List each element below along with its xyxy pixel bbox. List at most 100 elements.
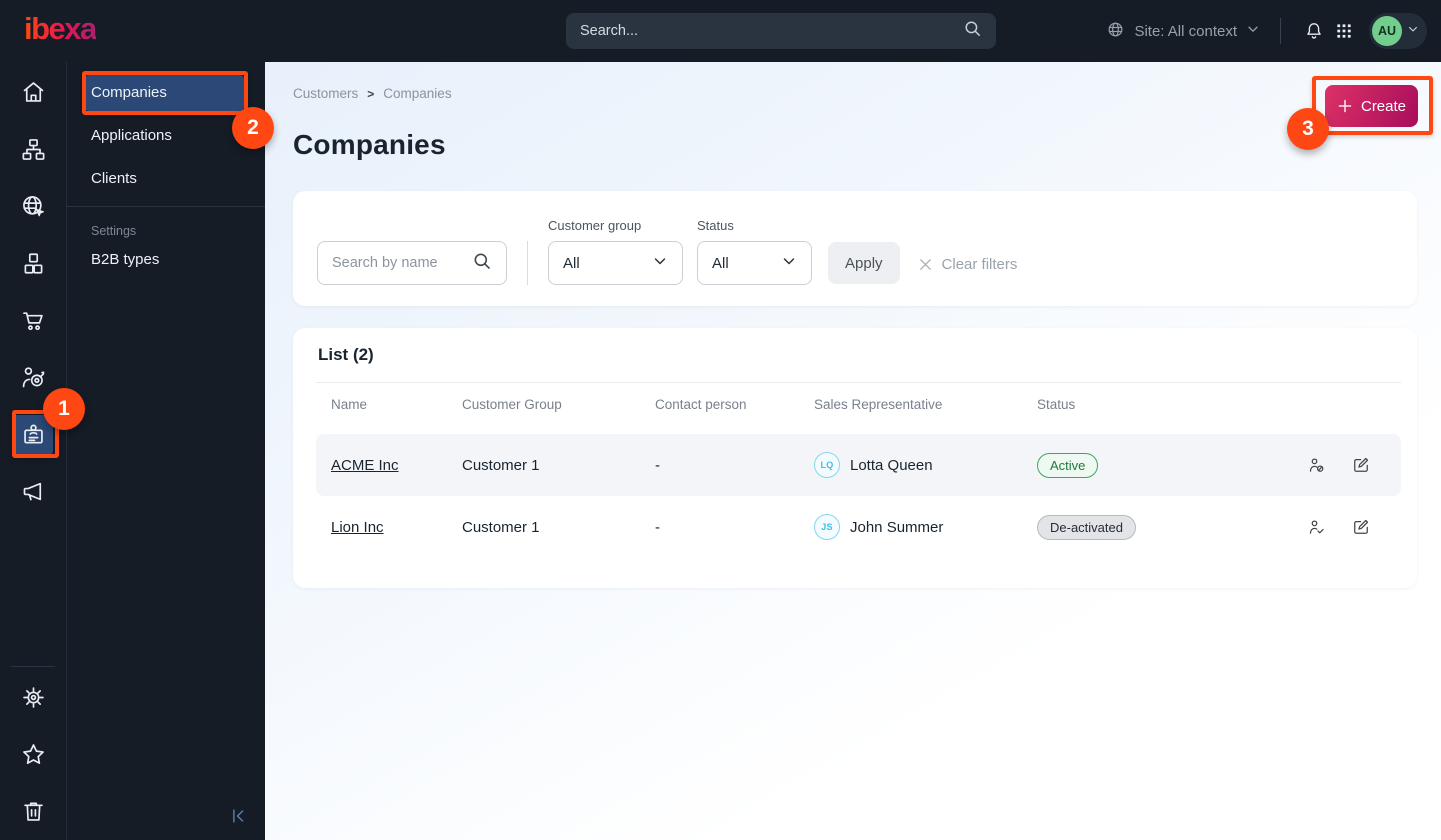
user-menu[interactable]: AU — [1369, 13, 1427, 49]
contact-person-cell: - — [655, 518, 660, 536]
sidebar-item-personalization[interactable] — [0, 349, 67, 406]
menu-section-settings: Settings — [91, 224, 137, 238]
sidebar-item-trash[interactable] — [0, 783, 67, 840]
site-context-label: Site: All context — [1134, 22, 1237, 40]
breadcrumb-customers[interactable]: Customers — [293, 86, 358, 101]
sidebar-item-content[interactable] — [0, 121, 67, 178]
site-globe-icon — [22, 196, 44, 217]
companies-list-card: List (2) Name Customer Group Contact per… — [293, 328, 1417, 588]
status-value: All — [712, 254, 729, 272]
sidebar-bottom-group — [0, 666, 66, 840]
contact-person-cell: - — [655, 456, 660, 474]
table-header: Name Customer Group Contact person Sales… — [316, 383, 1401, 425]
search-icon — [964, 20, 982, 43]
app-body: Companies Applications Clients Settings … — [0, 62, 1441, 840]
create-button[interactable]: Create — [1325, 85, 1418, 127]
global-search[interactable] — [566, 13, 996, 49]
table-row[interactable]: Lion Inc Customer 1 - JS John Summer De-… — [316, 496, 1401, 558]
plus-icon — [1338, 99, 1352, 113]
company-name-link[interactable]: ACME Inc — [331, 457, 399, 474]
customer-group-select[interactable]: All — [548, 241, 683, 285]
edit-icon — [1354, 457, 1369, 472]
table-row[interactable]: ACME Inc Customer 1 - LQ Lotta Queen Act… — [316, 434, 1401, 496]
sales-rep-avatar: JS — [814, 514, 840, 540]
sitemap-icon — [22, 139, 44, 160]
secondary-sidebar: Companies Applications Clients Settings … — [67, 62, 265, 840]
customer-group-cell: Customer 1 — [462, 518, 540, 536]
chevron-down-icon — [1246, 22, 1260, 40]
customers-badge-icon — [23, 424, 43, 444]
topbar-divider — [1280, 18, 1281, 44]
sales-rep-cell: JS John Summer — [814, 514, 1037, 540]
globe-icon — [1106, 20, 1125, 43]
user-block-icon — [1309, 458, 1324, 472]
column-contact-person: Contact person — [655, 396, 747, 412]
filter-divider — [527, 241, 528, 285]
sidebar-item-commerce[interactable] — [0, 292, 67, 349]
commerce-cart-icon — [22, 312, 43, 331]
column-customer-group: Customer Group — [462, 396, 562, 412]
clear-filters-button[interactable]: Clear filters — [918, 256, 1018, 273]
sidebar-item-customers[interactable] — [0, 406, 67, 463]
primary-sidebar — [0, 62, 67, 840]
customer-group-label: Customer group — [548, 218, 642, 233]
column-sales-representative: Sales Representative — [814, 396, 943, 412]
sidebar-item-bookmarks[interactable] — [0, 726, 67, 783]
sidebar-item-admin[interactable] — [0, 669, 67, 726]
customer-group-field: Customer group All — [548, 218, 683, 285]
sidebar-item-marketing[interactable] — [0, 463, 67, 520]
bookmarks-star-icon — [22, 744, 44, 765]
site-context-selector[interactable]: Site: All context — [1106, 20, 1260, 43]
apps-grid-icon[interactable] — [1329, 16, 1359, 46]
filters-row: Customer group All Status All — [317, 191, 1393, 306]
sidebar-item-dashboard[interactable] — [0, 64, 67, 121]
personalization-icon — [22, 367, 44, 388]
company-name-link[interactable]: Lion Inc — [331, 519, 384, 536]
global-search-input[interactable] — [580, 23, 964, 39]
x-icon — [919, 259, 931, 270]
ibexa-logo: ibexa — [24, 13, 97, 50]
column-name: Name — [331, 396, 368, 412]
notifications-bell-icon[interactable] — [1299, 16, 1329, 46]
activate-user-button[interactable] — [1307, 517, 1327, 537]
filter-search-field[interactable] — [317, 241, 507, 285]
create-button-label: Create — [1360, 97, 1407, 115]
breadcrumb-companies[interactable]: Companies — [383, 86, 451, 101]
menu-item-applications[interactable]: Applications — [85, 118, 244, 154]
top-bar: ibexa Site: All context — [0, 0, 1441, 62]
status-select[interactable]: All — [697, 241, 812, 285]
user-avatar: AU — [1372, 16, 1402, 46]
sidebar-item-product-catalog[interactable] — [0, 235, 67, 292]
sidebar-item-site[interactable] — [0, 178, 67, 235]
chevron-down-icon — [1407, 22, 1419, 40]
deactivate-user-button[interactable] — [1307, 455, 1327, 475]
clear-filters-label: Clear filters — [941, 256, 1018, 273]
status-badge: De-activated — [1037, 514, 1136, 540]
topbar-right-group: Site: All context AU — [1106, 13, 1427, 49]
chevron-down-icon — [781, 253, 797, 273]
app-window: ibexa Site: All context — [0, 0, 1441, 840]
menu-item-companies[interactable]: Companies — [85, 75, 244, 111]
breadcrumb: Customers > Companies — [293, 85, 1417, 102]
apply-button[interactable]: Apply — [828, 242, 900, 284]
collapse-sidebar-button[interactable] — [227, 805, 249, 832]
collapse-icon — [233, 809, 244, 823]
customer-group-cell: Customer 1 — [462, 456, 540, 474]
filter-search-input[interactable] — [332, 255, 472, 271]
sales-rep-name: Lotta Queen — [850, 456, 933, 474]
status-badge: Active — [1037, 452, 1099, 478]
menu-item-clients[interactable]: Clients — [85, 161, 244, 197]
status-field: Status All — [697, 218, 812, 285]
home-icon — [23, 82, 43, 102]
edit-button[interactable] — [1351, 455, 1371, 475]
sidebar-divider — [11, 666, 55, 667]
filters-card: Customer group All Status All — [293, 191, 1417, 306]
settings-gear-icon — [22, 687, 44, 708]
page-title: Companies — [293, 129, 446, 160]
menu-item-b2b-types[interactable]: B2B types — [67, 251, 265, 269]
edit-button[interactable] — [1351, 517, 1371, 537]
trash-icon — [23, 802, 43, 821]
customer-group-value: All — [563, 254, 580, 272]
selected-sidebar-highlight — [13, 414, 53, 455]
product-catalog-icon — [24, 253, 42, 274]
